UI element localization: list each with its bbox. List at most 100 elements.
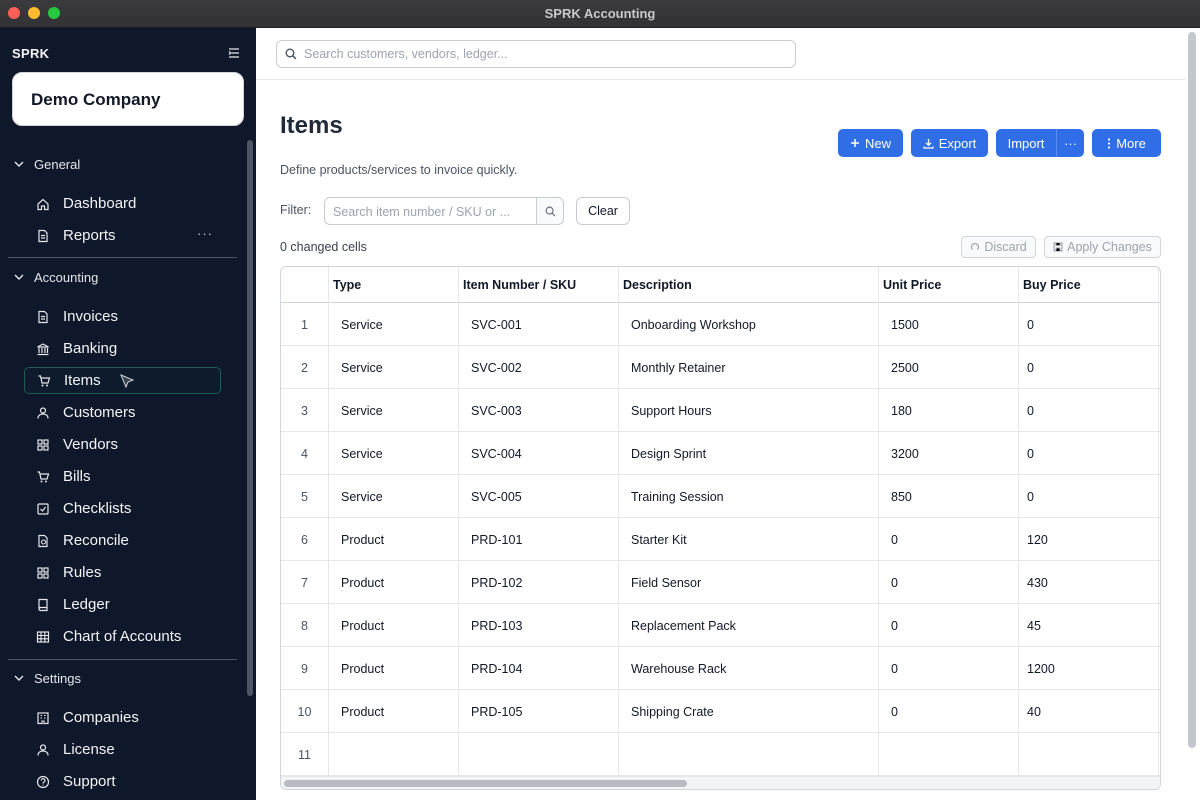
section-accounting[interactable]: Accounting bbox=[14, 268, 98, 286]
description-cell[interactable]: Replacement Pack bbox=[619, 604, 879, 647]
unit-price-cell[interactable]: 850 bbox=[879, 475, 1019, 518]
description-cell[interactable]: Onboarding Workshop bbox=[619, 303, 879, 346]
sidebar-item-vendors[interactable]: Vendors bbox=[24, 431, 221, 458]
unit-price-cell[interactable]: 2500 bbox=[879, 346, 1019, 389]
buy-price-cell[interactable]: 430 bbox=[1019, 561, 1159, 604]
sku-cell[interactable]: SVC-002 bbox=[459, 346, 619, 389]
unit-price-cell[interactable] bbox=[879, 733, 1019, 776]
type-cell[interactable] bbox=[329, 733, 459, 776]
sidebar-item-license[interactable]: License bbox=[24, 736, 221, 763]
type-cell[interactable]: Product bbox=[329, 604, 459, 647]
type-cell[interactable]: Service bbox=[329, 303, 459, 346]
sidebar-item-reports[interactable]: Reports ··· bbox=[24, 222, 221, 249]
type-cell[interactable]: Service bbox=[329, 346, 459, 389]
sidebar-item-dashboard[interactable]: Dashboard bbox=[24, 190, 221, 217]
apply-changes-button[interactable]: Apply Changes bbox=[1044, 236, 1161, 258]
sku-cell[interactable]: PRD-105 bbox=[459, 690, 619, 733]
buy-price-cell[interactable]: 120 bbox=[1019, 518, 1159, 561]
new-button[interactable]: New bbox=[838, 129, 903, 157]
sku-cell[interactable]: SVC-004 bbox=[459, 432, 619, 475]
sidebar-item-customers[interactable]: Customers bbox=[24, 399, 221, 426]
import-options-button[interactable]: ··· bbox=[1057, 129, 1084, 157]
description-cell[interactable]: Training Session bbox=[619, 475, 879, 518]
import-button[interactable]: Import bbox=[996, 129, 1056, 157]
more-button[interactable]: More bbox=[1092, 129, 1161, 157]
buy-price-cell[interactable]: 40 bbox=[1019, 690, 1159, 733]
buy-price-cell[interactable]: 0 bbox=[1019, 303, 1159, 346]
unit-price-cell[interactable]: 0 bbox=[879, 561, 1019, 604]
sidebar-item-support[interactable]: Support bbox=[24, 768, 221, 795]
buy-price-cell[interactable]: 0 bbox=[1019, 475, 1159, 518]
description-cell[interactable]: Starter Kit bbox=[619, 518, 879, 561]
horizontal-scrollbar[interactable] bbox=[284, 780, 687, 787]
sidebar-item-label: Companies bbox=[63, 709, 139, 726]
sku-cell[interactable]: PRD-103 bbox=[459, 604, 619, 647]
clear-filter-button[interactable]: Clear bbox=[576, 197, 630, 225]
sidebar-item-companies[interactable]: Companies bbox=[24, 704, 221, 731]
type-cell[interactable]: Service bbox=[329, 475, 459, 518]
section-settings[interactable]: Settings bbox=[14, 669, 81, 687]
buy-price-cell[interactable]: 0 bbox=[1019, 389, 1159, 432]
unit-price-cell[interactable]: 180 bbox=[879, 389, 1019, 432]
column-header-description[interactable]: Description bbox=[619, 267, 879, 303]
section-general[interactable]: General bbox=[14, 155, 80, 173]
unit-price-cell[interactable]: 1500 bbox=[879, 303, 1019, 346]
buy-price-cell[interactable]: 1200 bbox=[1019, 647, 1159, 690]
description-cell[interactable]: Design Sprint bbox=[619, 432, 879, 475]
type-cell[interactable]: Product bbox=[329, 561, 459, 604]
sku-cell[interactable]: SVC-001 bbox=[459, 303, 619, 346]
sku-cell[interactable] bbox=[459, 733, 619, 776]
sku-cell[interactable]: SVC-005 bbox=[459, 475, 619, 518]
export-button[interactable]: Export bbox=[911, 129, 988, 157]
type-cell[interactable]: Product bbox=[329, 518, 459, 561]
company-selector[interactable]: Demo Company bbox=[12, 72, 244, 126]
item-filter-input[interactable]: Search item number / SKU or ... bbox=[324, 197, 537, 225]
sidebar-item-label: License bbox=[63, 741, 115, 758]
sku-cell[interactable]: PRD-101 bbox=[459, 518, 619, 561]
column-header-type[interactable]: Type bbox=[329, 267, 459, 303]
sidebar-item-bills[interactable]: Bills bbox=[24, 463, 221, 490]
sidebar-item-banking[interactable]: Banking bbox=[24, 335, 221, 362]
more-options-icon[interactable]: ··· bbox=[197, 226, 213, 241]
unit-price-cell[interactable]: 0 bbox=[879, 604, 1019, 647]
sidebar-item-ledger[interactable]: Ledger bbox=[24, 591, 221, 618]
buy-price-cell[interactable] bbox=[1019, 733, 1159, 776]
description-cell[interactable]: Warehouse Rack bbox=[619, 647, 879, 690]
buy-price-cell[interactable]: 45 bbox=[1019, 604, 1159, 647]
sku-cell[interactable]: PRD-104 bbox=[459, 647, 619, 690]
sku-cell[interactable]: SVC-003 bbox=[459, 389, 619, 432]
type-cell[interactable]: Service bbox=[329, 432, 459, 475]
buy-price-cell[interactable]: 0 bbox=[1019, 346, 1159, 389]
unit-price-cell[interactable]: 0 bbox=[879, 518, 1019, 561]
main-scrollbar[interactable] bbox=[1188, 32, 1196, 748]
column-header-buy-price[interactable]: Buy Price bbox=[1019, 267, 1159, 303]
unit-price-cell[interactable]: 0 bbox=[879, 647, 1019, 690]
sidebar-item-invoices[interactable]: Invoices bbox=[24, 303, 221, 330]
buy-price-cell[interactable]: 0 bbox=[1019, 432, 1159, 475]
sidebar-toggle-icon[interactable] bbox=[228, 46, 240, 60]
section-divider bbox=[8, 659, 237, 660]
discard-button[interactable]: Discard bbox=[961, 236, 1036, 258]
global-search-input[interactable]: Search customers, vendors, ledger... bbox=[276, 40, 796, 68]
type-cell[interactable]: Service bbox=[329, 389, 459, 432]
sidebar-item-reconcile[interactable]: Reconcile bbox=[24, 527, 221, 554]
sidebar-scrollbar[interactable] bbox=[247, 140, 253, 696]
description-cell[interactable]: Field Sensor bbox=[619, 561, 879, 604]
type-cell[interactable]: Product bbox=[329, 647, 459, 690]
unit-price-cell[interactable]: 3200 bbox=[879, 432, 1019, 475]
column-header-unit-price[interactable]: Unit Price bbox=[879, 267, 1019, 303]
sidebar-item-items[interactable]: Items bbox=[24, 367, 221, 394]
sidebar-item-rules[interactable]: Rules bbox=[24, 559, 221, 586]
description-cell[interactable]: Monthly Retainer bbox=[619, 346, 879, 389]
filter-search-button[interactable] bbox=[536, 197, 564, 225]
sidebar-item-chart-of-accounts[interactable]: Chart of Accounts bbox=[24, 623, 221, 650]
sku-cell[interactable]: PRD-102 bbox=[459, 561, 619, 604]
unit-price-cell[interactable]: 0 bbox=[879, 690, 1019, 733]
type-cell[interactable]: Product bbox=[329, 690, 459, 733]
description-cell[interactable]: Shipping Crate bbox=[619, 690, 879, 733]
sidebar-item-label: Chart of Accounts bbox=[63, 628, 182, 645]
sidebar-item-checklists[interactable]: Checklists bbox=[24, 495, 221, 522]
column-header-sku[interactable]: Item Number / SKU bbox=[459, 267, 619, 303]
description-cell[interactable] bbox=[619, 733, 879, 776]
description-cell[interactable]: Support Hours bbox=[619, 389, 879, 432]
